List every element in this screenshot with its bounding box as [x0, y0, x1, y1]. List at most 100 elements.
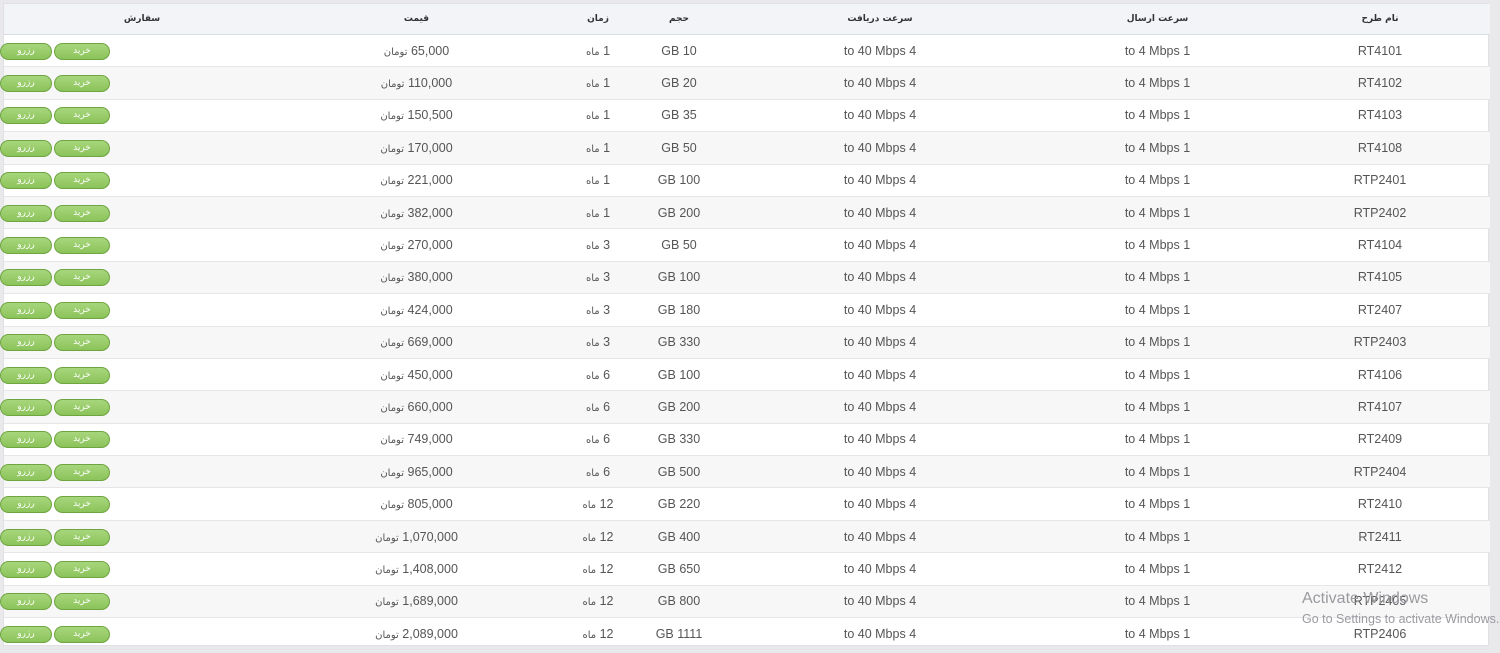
reserve-button[interactable]: رزرو — [0, 463, 52, 481]
reserve-button[interactable]: رزرو — [0, 107, 52, 125]
plan-name-cell: RT4102 — [1270, 66, 1490, 100]
price-cell: 1,689,000 تومان — [280, 585, 553, 619]
volume-cell: 100 GB — [643, 261, 715, 295]
upload-speed: 1 to 4 Mbps — [1124, 173, 1191, 188]
buy-button[interactable]: خرید — [54, 366, 110, 384]
reserve-button[interactable]: رزرو — [0, 301, 52, 319]
reserve-button[interactable]: رزرو — [0, 204, 52, 222]
price-cell: 1,408,000 تومان — [280, 552, 553, 586]
price-cell: 150,500 تومان — [280, 99, 553, 133]
upload-speed-cell: 1 to 4 Mbps — [1045, 520, 1270, 554]
upload-speed: 1 to 4 Mbps — [1124, 302, 1191, 317]
header-price[interactable]: قیمت — [280, 4, 553, 35]
price-cell: 669,000 تومان — [280, 326, 553, 359]
buy-button[interactable]: خرید — [54, 560, 110, 578]
buy-button[interactable]: خرید — [54, 463, 110, 481]
download-speed: 4 to 40 Mbps — [843, 367, 917, 382]
reserve-button[interactable]: رزرو — [0, 496, 52, 514]
price-currency: تومان — [380, 143, 405, 155]
download-speed-cell: 4 to 40 Mbps — [715, 358, 1045, 392]
upload-speed-cell: 1 to 4 Mbps — [1045, 131, 1270, 165]
order-actions: رزرو خرید — [0, 398, 110, 416]
duration-unit: ماه — [585, 111, 600, 123]
duration-unit: ماه — [582, 564, 597, 576]
reserve-button[interactable]: رزرو — [0, 139, 52, 157]
duration-unit: ماه — [585, 305, 600, 317]
buy-button[interactable]: خرید — [54, 172, 110, 190]
price-cell: 110,000 تومان — [280, 66, 553, 100]
duration-cell: 3 ماه — [553, 326, 643, 359]
upload-speed: 1 to 4 Mbps — [1124, 626, 1191, 641]
buy-button[interactable]: خرید — [54, 237, 110, 255]
price-currency: تومان — [380, 208, 405, 220]
table-row: RT2409 1 to 4 Mbps 4 to 40 Mbps 330 GB 6 ماه… — [0, 423, 1490, 457]
plan-name: RTP2401 — [1353, 173, 1407, 188]
volume-cell: 330 GB — [643, 423, 715, 457]
upload-speed-cell: 1 to 4 Mbps — [1045, 423, 1270, 457]
reserve-button[interactable]: رزرو — [0, 366, 52, 384]
buy-button[interactable]: خرید — [54, 528, 110, 546]
header-download-speed[interactable]: سرعت دریافت — [715, 4, 1045, 35]
volume: 400 GB — [657, 529, 701, 544]
download-speed: 4 to 40 Mbps — [843, 140, 917, 155]
buy-button[interactable]: خرید — [54, 496, 110, 514]
header-upload-speed[interactable]: سرعت ارسال — [1045, 4, 1270, 35]
buy-button[interactable]: خرید — [54, 593, 110, 611]
buy-button[interactable]: خرید — [54, 301, 110, 319]
order-actions: رزرو خرید — [0, 431, 110, 449]
reserve-button[interactable]: رزرو — [0, 172, 52, 190]
upload-speed: 1 to 4 Mbps — [1124, 464, 1191, 479]
plan-name: RT4104 — [1357, 238, 1403, 253]
duration-unit: ماه — [585, 467, 600, 479]
plan-name-cell: RTP2402 — [1270, 196, 1490, 230]
plan-name: RT2409 — [1357, 432, 1403, 447]
plan-name: RTP2403 — [1353, 335, 1407, 350]
duration-value: 6 — [603, 464, 611, 479]
header-volume[interactable]: حجم — [643, 4, 715, 35]
reserve-button[interactable]: رزرو — [0, 334, 52, 352]
header-order[interactable]: سفارش — [4, 4, 280, 35]
reserve-button[interactable]: رزرو — [0, 593, 52, 611]
buy-button[interactable]: خرید — [54, 204, 110, 222]
plan-name-cell: RT2411 — [1270, 520, 1490, 554]
order-actions: رزرو خرید — [0, 366, 110, 384]
order-cell: رزرو خرید — [0, 617, 280, 651]
reserve-button[interactable]: رزرو — [0, 75, 52, 93]
price-cell: 965,000 تومان — [280, 455, 553, 489]
reserve-button[interactable]: رزرو — [0, 237, 52, 255]
header-plan-name[interactable]: نام طرح — [1270, 4, 1490, 35]
buy-button[interactable]: خرید — [54, 269, 110, 287]
buy-button[interactable]: خرید — [54, 431, 110, 449]
table-row: RTP2403 1 to 4 Mbps 4 to 40 Mbps 330 GB 3 ما… — [0, 326, 1490, 359]
volume-cell: 500 GB — [643, 455, 715, 489]
buy-button[interactable]: خرید — [54, 75, 110, 93]
order-cell: رزرو خرید — [0, 131, 280, 165]
plans-table: نام طرح سرعت ارسال سرعت دریافت حجم زمان … — [0, 4, 1490, 651]
duration-unit: ماه — [585, 273, 600, 285]
reserve-button[interactable]: رزرو — [0, 398, 52, 416]
buy-button[interactable]: خرید — [54, 625, 110, 643]
reserve-button[interactable]: رزرو — [0, 528, 52, 546]
order-cell: رزرو خرید — [0, 196, 280, 230]
table-row: RTP2402 1 to 4 Mbps 4 to 40 Mbps 200 GB 1 ما… — [0, 196, 1490, 230]
duration-value: 1 — [603, 173, 611, 188]
order-actions: رزرو خرید — [0, 204, 110, 222]
buy-button[interactable]: خرید — [54, 334, 110, 352]
buy-button[interactable]: خرید — [54, 398, 110, 416]
plan-name-cell: RT4101 — [1270, 34, 1490, 68]
price-cell: 660,000 تومان — [280, 390, 553, 424]
header-duration[interactable]: زمان — [553, 4, 643, 35]
reserve-button[interactable]: رزرو — [0, 269, 52, 287]
reserve-button[interactable]: رزرو — [0, 560, 52, 578]
buy-button[interactable]: خرید — [54, 42, 110, 60]
upload-speed-cell: 1 to 4 Mbps — [1045, 358, 1270, 392]
volume: 100 GB — [657, 270, 701, 285]
upload-speed-cell: 1 to 4 Mbps — [1045, 196, 1270, 230]
buy-button[interactable]: خرید — [54, 107, 110, 125]
buy-button[interactable]: خرید — [54, 139, 110, 157]
reserve-button[interactable]: رزرو — [0, 431, 52, 449]
reserve-button[interactable]: رزرو — [0, 42, 52, 60]
table-row: RT2411 1 to 4 Mbps 4 to 40 Mbps 400 GB 12 ما… — [0, 520, 1490, 554]
reserve-button[interactable]: رزرو — [0, 625, 52, 643]
volume-cell: 50 GB — [643, 228, 715, 262]
